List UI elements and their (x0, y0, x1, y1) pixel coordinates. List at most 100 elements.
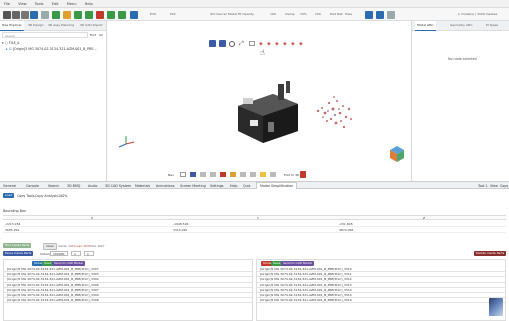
toolbar-pose[interactable]: Pose (345, 12, 352, 16)
menu-help[interactable]: Help (85, 2, 93, 6)
tab-view[interactable]: View (490, 184, 498, 188)
tab-3d-cad-system[interactable]: 3D CAD System (105, 184, 131, 188)
tab-general[interactable]: General (3, 184, 16, 188)
record-icon[interactable] (300, 171, 306, 178)
toolbar-oci-cancel[interactable]: OCI Cancel (210, 12, 226, 16)
tree-node-root[interactable]: ▾ ▢ FILE_0 (2, 41, 19, 45)
menu-edit[interactable]: Edit (52, 2, 59, 6)
new-file-icon[interactable] (3, 10, 11, 19)
step-input-1[interactable]: 1 (71, 251, 81, 256)
tab-materials[interactable]: Materials (135, 184, 150, 188)
delete-icon[interactable] (96, 10, 104, 19)
find-inside-parts-button[interactable]: Find Inside Parts (3, 243, 32, 248)
tab-3d-cad-import[interactable]: 3D CAD Import (78, 21, 105, 30)
light-icon[interactable] (260, 172, 266, 177)
tab-quiz[interactable]: Quiz (243, 184, 250, 188)
view-cube-icon[interactable] (389, 145, 405, 163)
box-select-icon[interactable] (180, 172, 186, 177)
tab-tree-explorer[interactable]: Tree Explorer (0, 21, 24, 31)
folder-icon[interactable] (63, 10, 71, 19)
all-link[interactable]: All (99, 33, 103, 37)
view-top-icon[interactable]: ◈ (291, 41, 295, 47)
move-inside-parts-button[interactable]: Move Inside Parts (3, 251, 34, 256)
toolbar-dist[interactable]: Dist Dist (330, 12, 343, 16)
tab-settings[interactable]: Settings (210, 184, 224, 188)
copy-analysis-tab[interactable]: Copy Analysis (35, 194, 58, 198)
toolbar-clamp[interactable]: Clamp (285, 12, 295, 16)
menu-file[interactable]: File (4, 2, 10, 6)
load-tab[interactable]: Load (3, 193, 15, 198)
find-link[interactable]: Find (90, 33, 96, 37)
tab-3d-bmq[interactable]: 3D BMQ (67, 184, 80, 188)
preview-thumbnail[interactable] (489, 298, 503, 316)
view-left-icon[interactable]: ◈ (275, 41, 279, 47)
menu-view[interactable]: View (18, 2, 27, 6)
measure-icon[interactable] (230, 172, 236, 177)
menu-menu[interactable]: Menu (67, 2, 77, 6)
panel-icon[interactable] (376, 10, 384, 19)
export-icon[interactable] (85, 10, 93, 19)
delete-inside-parts-button[interactable]: Delete Inside Parts (474, 251, 507, 256)
cad-model-machine[interactable] (228, 76, 308, 146)
camera-icon[interactable] (270, 172, 276, 177)
tab-3d-design[interactable]: 3D Design (26, 21, 46, 30)
list-item[interactable]: [Origin]5 MG 3074.02-3134-321-AZM-001_B_… (257, 298, 505, 304)
volume-input[interactable]: 100000 (50, 251, 68, 256)
isolate-icon[interactable] (210, 172, 216, 177)
highlight-icon[interactable] (190, 172, 196, 177)
tab-geometry-attri[interactable]: Geometry Attri. (448, 21, 475, 30)
3d-viewport[interactable]: ⤢ ◈ ◈ ◈ ◈ ◈ ◈ ☝ Nav Fold to 3D (108, 21, 410, 181)
import-icon[interactable] (74, 10, 82, 19)
list-item[interactable]: [Origin]5 MG 3074.02-3134-321-AZM-001_B_… (4, 298, 252, 304)
tab-3d-assy-planning[interactable]: 3D Assy Planning (46, 21, 76, 30)
chart-icon[interactable] (107, 10, 115, 19)
sync-icon[interactable] (52, 10, 60, 19)
checkbox-icon[interactable]: ▸ ☑ (6, 47, 13, 51)
undo-icon[interactable] (41, 10, 49, 19)
send-to-cad-button[interactable]: Send to CAD Model (52, 261, 85, 266)
toolbar-percent[interactable]: 70% (300, 12, 307, 16)
tab-tool-1[interactable]: Tool 1 (478, 184, 488, 188)
view-front-icon[interactable]: ◈ (259, 41, 263, 47)
open-file-icon[interactable] (12, 10, 20, 19)
fit-icon[interactable]: ⤢ (239, 40, 244, 48)
layout-icon[interactable] (365, 10, 373, 19)
zoom-icon[interactable] (229, 41, 235, 47)
view-back-icon[interactable]: ◈ (267, 41, 271, 47)
clear-button[interactable]: Clear (43, 243, 57, 250)
hide-icon[interactable] (200, 172, 206, 177)
tree-node-child[interactable]: ▸ ☑ [Origin]5 MG 3074.02-3134-321-AZM-00… (6, 47, 97, 51)
zoom-tab[interactable]: 100% (58, 194, 67, 198)
window-icon[interactable] (387, 10, 395, 19)
tab-pi-types[interactable]: PI Types (484, 21, 500, 30)
tab-animations[interactable]: Animations (156, 184, 175, 188)
explode-icon[interactable] (240, 172, 246, 177)
toolbar-value[interactable]: 100 (315, 12, 321, 16)
expand-icon[interactable]: ▾ ▢ (2, 41, 9, 45)
step-input-2[interactable]: 1 (84, 251, 94, 256)
tab-screen-meeting[interactable]: Screen Meeting (180, 184, 206, 188)
frame-icon[interactable] (249, 41, 255, 46)
menu-tools[interactable]: Tools (35, 2, 44, 6)
tab-model-simplification[interactable]: Model Simplification (256, 182, 298, 189)
save-icon[interactable] (21, 10, 29, 19)
copy-tools-tab[interactable]: Copy Tools (17, 194, 35, 198)
toolbar-plot[interactable]: Plot (170, 12, 176, 16)
cad-model-parts-cloud[interactable] (313, 91, 358, 136)
move-tool-icon[interactable] (219, 40, 226, 47)
tree-search-input[interactable]: Search (2, 32, 88, 38)
view-right-icon[interactable]: ◈ (283, 41, 287, 47)
fold-to-3d-label[interactable]: Fold to 3D (284, 173, 299, 177)
tab-copy[interactable]: Copy (500, 184, 508, 188)
settings-icon[interactable] (30, 10, 38, 19)
toolbar-edit[interactable]: Edit (150, 12, 156, 16)
tab-console[interactable]: Console (26, 184, 39, 188)
tab-help[interactable]: Help (230, 184, 238, 188)
section-icon[interactable] (220, 172, 226, 177)
nav-label[interactable]: Nav (168, 173, 174, 177)
tab-model-attri[interactable]: Model Attri. (415, 21, 437, 31)
transparency-icon[interactable] (250, 172, 256, 177)
view-bottom-icon[interactable]: ◈ (299, 41, 303, 47)
view-icon[interactable] (130, 10, 138, 19)
select-tool-icon[interactable] (209, 40, 216, 47)
